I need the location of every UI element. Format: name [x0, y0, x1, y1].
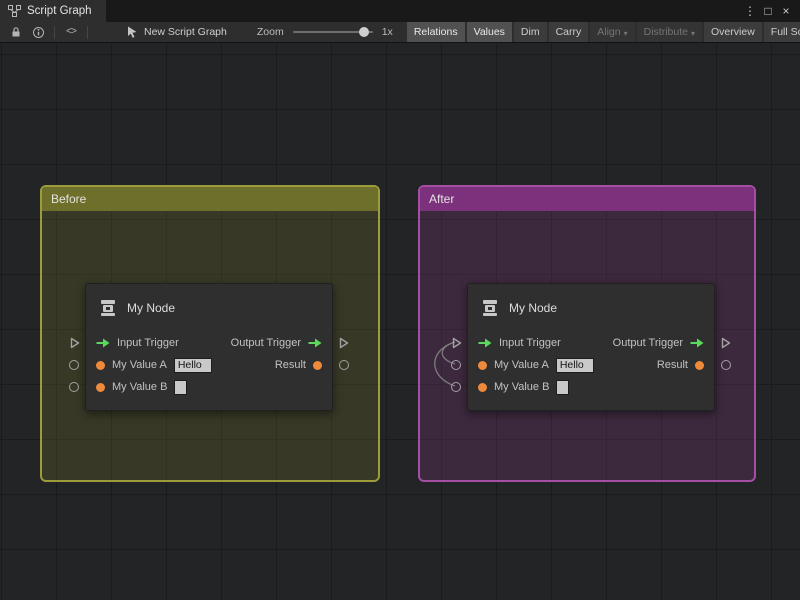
- overview-button[interactable]: Overview: [704, 22, 762, 43]
- fullscreen-button[interactable]: Full Scr: [764, 22, 800, 43]
- value-a-label: My Value A: [494, 359, 549, 371]
- info-icon[interactable]: [27, 22, 49, 42]
- chevron-down-icon: ▾: [691, 29, 695, 38]
- node-row-trigger: Input Trigger Output Trigger: [468, 332, 714, 354]
- result-port-icon[interactable]: [313, 361, 322, 370]
- input-trigger-label: Input Trigger: [117, 337, 179, 349]
- node-header[interactable]: My Node: [468, 284, 714, 332]
- group-after-header[interactable]: After: [420, 187, 754, 211]
- graph-name-label: New Script Graph: [144, 26, 227, 38]
- group-title: Before: [51, 192, 86, 206]
- script-graph-icon: [8, 5, 21, 17]
- output-trigger-label: Output Trigger: [613, 337, 683, 349]
- node-row-value-b: My Value B: [468, 376, 714, 398]
- node-my-node-after[interactable]: My Node Input Trigger Output Trigger: [467, 283, 715, 411]
- align-button: Align▾: [590, 22, 634, 43]
- node-row-value-b: My Value B: [86, 376, 332, 398]
- window-controls: ⋮ □ ×: [742, 0, 800, 22]
- tab-bar: Script Graph ⋮ □ ×: [0, 0, 800, 22]
- menu-icon[interactable]: ⋮: [742, 4, 758, 18]
- result-label: Result: [657, 359, 688, 371]
- input-trigger-label: Input Trigger: [499, 337, 561, 349]
- outer-flow-in-port[interactable]: [69, 337, 80, 349]
- pointer-icon: [127, 26, 139, 38]
- relations-button[interactable]: Relations: [407, 22, 465, 43]
- node-machine-icon: [98, 298, 118, 318]
- outer-result-port[interactable]: [339, 360, 349, 370]
- toolbar-separator: [54, 26, 55, 39]
- outer-flow-in-port[interactable]: [451, 337, 462, 349]
- value-b-input[interactable]: [556, 380, 569, 395]
- value-b-port-icon[interactable]: [96, 383, 105, 392]
- node-my-node-before[interactable]: My Node Input Trigger Output Trigger: [85, 283, 333, 411]
- close-icon[interactable]: ×: [778, 4, 794, 18]
- output-trigger-label: Output Trigger: [231, 337, 301, 349]
- value-a-input[interactable]: [174, 358, 212, 373]
- flow-out-port-icon[interactable]: [690, 338, 704, 348]
- toolbar-separator: [87, 26, 88, 39]
- value-b-input[interactable]: [174, 380, 187, 395]
- zoom-value: 1x: [382, 26, 393, 38]
- value-b-label: My Value B: [494, 381, 549, 393]
- distribute-button: Distribute▾: [637, 22, 702, 43]
- node-title: My Node: [127, 301, 175, 315]
- node-row-value-a: My Value A Result: [468, 354, 714, 376]
- value-a-label: My Value A: [112, 359, 167, 371]
- toolbar: <> New Script Graph Zoom 1x Relations Va…: [0, 22, 800, 43]
- lock-icon[interactable]: [5, 22, 27, 42]
- outer-flow-out-port[interactable]: [720, 337, 731, 349]
- code-view-icon[interactable]: <>: [60, 22, 82, 42]
- node-row-trigger: Input Trigger Output Trigger: [86, 332, 332, 354]
- zoom-slider[interactable]: [293, 31, 373, 33]
- outer-flow-out-port[interactable]: [338, 337, 349, 349]
- outer-value-b-port[interactable]: [69, 382, 79, 392]
- flow-out-port-icon[interactable]: [308, 338, 322, 348]
- value-b-label: My Value B: [112, 381, 167, 393]
- script-graph-window: Script Graph ⋮ □ × <>: [0, 0, 800, 600]
- dim-button[interactable]: Dim: [514, 22, 547, 43]
- values-button[interactable]: Values: [467, 22, 512, 43]
- value-a-port-icon[interactable]: [96, 361, 105, 370]
- toolbar-buttons: Relations Values Dim Carry Align▾ Distri…: [407, 22, 800, 43]
- value-b-port-icon[interactable]: [478, 383, 487, 392]
- chevron-down-icon: ▾: [624, 29, 628, 38]
- outer-value-a-port[interactable]: [451, 360, 461, 370]
- group-title: After: [429, 192, 454, 206]
- node-machine-icon: [480, 298, 500, 318]
- zoom-label: Zoom: [257, 26, 284, 38]
- result-label: Result: [275, 359, 306, 371]
- node-title: My Node: [509, 301, 557, 315]
- graph-name-breadcrumb[interactable]: New Script Graph: [127, 26, 227, 38]
- outer-result-port[interactable]: [721, 360, 731, 370]
- result-port-icon[interactable]: [695, 361, 704, 370]
- tab-script-graph[interactable]: Script Graph: [0, 0, 106, 22]
- node-row-value-a: My Value A Result: [86, 354, 332, 376]
- zoom-slider-handle[interactable]: [359, 27, 369, 37]
- outer-value-b-port[interactable]: [451, 382, 461, 392]
- maximize-icon[interactable]: □: [760, 4, 776, 18]
- zoom-control: Zoom 1x: [257, 26, 393, 38]
- outer-value-a-port[interactable]: [69, 360, 79, 370]
- tab-title: Script Graph: [27, 5, 92, 17]
- group-before-header[interactable]: Before: [42, 187, 378, 211]
- carry-button[interactable]: Carry: [549, 22, 589, 43]
- node-header[interactable]: My Node: [86, 284, 332, 332]
- value-a-port-icon[interactable]: [478, 361, 487, 370]
- flow-in-port-icon[interactable]: [96, 338, 110, 348]
- value-a-input[interactable]: [556, 358, 594, 373]
- flow-in-port-icon[interactable]: [478, 338, 492, 348]
